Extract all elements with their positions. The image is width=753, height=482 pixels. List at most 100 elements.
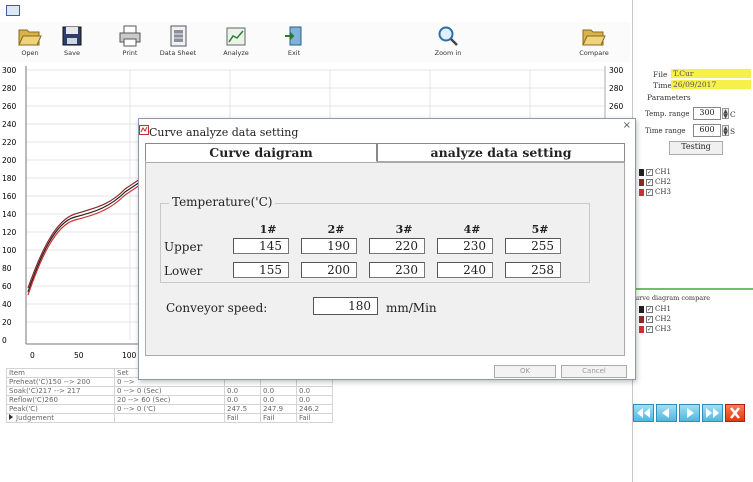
compare-row-ch2[interactable]: ✓ CH2 — [639, 315, 671, 323]
checkbox-checked-icon[interactable]: ✓ — [646, 168, 653, 176]
temp-range-input[interactable]: 300 — [693, 107, 721, 120]
next-page-button[interactable] — [679, 404, 700, 422]
channel-color-swatch — [639, 305, 644, 313]
y-tick-label-right: 280 — [609, 84, 624, 93]
y-tick-label: 0 — [2, 336, 7, 345]
channel-label: CH1 — [655, 305, 671, 313]
lower-input-3[interactable]: 230 — [369, 262, 425, 278]
y-tick-label: 300 — [2, 66, 17, 75]
dialog-title: Curve analyze data setting — [149, 126, 299, 139]
lower-input-5[interactable]: 258 — [505, 262, 561, 278]
upper-label: Upper — [164, 240, 203, 254]
upper-input-2[interactable]: 190 — [301, 238, 357, 254]
table-row[interactable]: Judgement Fail Fail Fail — [6, 413, 333, 423]
print-label: Print — [122, 49, 138, 57]
folder-open-icon — [18, 29, 42, 46]
open-button[interactable]: Open — [10, 24, 50, 62]
time-range-input[interactable]: 600 — [693, 124, 721, 137]
compare-title: urve diagram compare — [635, 294, 711, 302]
checkbox-checked-icon[interactable]: ✓ — [646, 178, 653, 186]
channel-color-swatch — [639, 315, 644, 323]
conveyor-speed-input[interactable]: 180 — [313, 297, 378, 315]
y-tick-label: 280 — [2, 84, 17, 93]
dialog-close-icon[interactable]: × — [623, 120, 631, 131]
table-cell: Preheat('C)150 --> 200 — [6, 377, 115, 387]
table-cell: Fail — [224, 413, 261, 423]
tab-curve-diagram[interactable]: Curve daigram — [145, 143, 377, 162]
save-button[interactable]: Save — [52, 24, 92, 62]
checkbox-checked-icon[interactable]: ✓ — [646, 305, 653, 313]
channel-row-ch1[interactable]: ✓ CH1 — [639, 168, 671, 176]
time-range-spinner[interactable]: ▲ ▼ — [722, 125, 729, 137]
table-header: Item — [6, 368, 115, 378]
table-cell: 0 --> 0 (Sec) — [114, 386, 225, 396]
first-page-button[interactable] — [633, 404, 654, 422]
lower-input-4[interactable]: 240 — [437, 262, 493, 278]
data-sheet-icon — [170, 25, 187, 47]
ok-button[interactable]: OK — [494, 365, 556, 378]
table-row[interactable]: Reflow('C)260 20 --> 60 (Sec) 0.0 0.0 0.… — [6, 395, 333, 405]
temp-range-spinner[interactable]: ▲ ▼ — [722, 108, 729, 120]
zoom-in-label: Zoom in — [434, 49, 462, 57]
time-value: 26/09/2017 — [671, 80, 751, 89]
channel-color-swatch — [639, 168, 644, 176]
upper-input-3[interactable]: 220 — [369, 238, 425, 254]
upper-input-1[interactable]: 145 — [233, 238, 289, 254]
table-row[interactable]: Peak('C) 0 --> 0 ('C) 247.5 247.9 246.2 — [6, 404, 333, 414]
exit-door-icon — [285, 26, 302, 46]
table-cell: Fail — [260, 413, 297, 423]
testing-button[interactable]: Testing — [669, 141, 723, 155]
upper-input-4[interactable]: 230 — [437, 238, 493, 254]
floppy-disk-icon — [62, 26, 82, 46]
divider-line — [632, 288, 753, 290]
table-cell: 0.0 — [224, 395, 261, 405]
folder-compare-icon — [582, 29, 606, 46]
table-cell — [114, 413, 225, 423]
close-page-button[interactable] — [725, 404, 745, 422]
checkbox-checked-icon[interactable]: ✓ — [646, 325, 653, 333]
table-row[interactable]: Soak('C)217 --> 217 0 --> 0 (Sec) 0.0 0.… — [6, 386, 333, 396]
temperature-group-label: Temperature('C) — [169, 195, 276, 209]
compare-row-ch3[interactable]: ✓ CH3 — [639, 325, 671, 333]
lower-input-1[interactable]: 155 — [233, 262, 289, 278]
table-cell-text: Judgement — [16, 414, 55, 422]
conveyor-speed-label: Conveyor speed: — [166, 301, 268, 315]
tab-analyze-data-setting[interactable]: analyze data setting — [377, 143, 625, 162]
last-page-button[interactable] — [702, 404, 723, 422]
y-tick-label: 200 — [2, 156, 17, 165]
checkbox-checked-icon[interactable]: ✓ — [646, 315, 653, 323]
channel-label: CH2 — [655, 178, 671, 186]
upper-input-5[interactable]: 255 — [505, 238, 561, 254]
y-tick-label: 140 — [2, 210, 17, 219]
table-cell: 247.9 — [260, 404, 297, 414]
app-icon — [6, 5, 20, 16]
cancel-button[interactable]: Cancel — [561, 365, 627, 378]
table-cell: 0.0 — [260, 395, 297, 405]
conveyor-speed-unit: mm/Min — [386, 301, 437, 315]
curve-ch1 — [27, 181, 141, 293]
magnifier-icon — [438, 26, 458, 46]
compare-button[interactable]: Compare — [574, 24, 614, 62]
table-cell: Judgement — [6, 413, 115, 423]
dialog-app-icon — [139, 125, 149, 135]
y-tick-label: 220 — [2, 138, 17, 147]
zoom-in-button[interactable]: Zoom in — [428, 24, 468, 62]
settings-panel: Temperature('C) 1# 2# 3# 4# 5# Upper 145… — [145, 162, 625, 356]
channel-label: CH3 — [655, 325, 671, 333]
file-label: File — [653, 70, 668, 79]
channel-row-ch3[interactable]: ✓ CH3 — [639, 188, 671, 196]
lower-input-2[interactable]: 200 — [301, 262, 357, 278]
exit-button[interactable]: Exit — [274, 24, 314, 62]
channel-row-ch2[interactable]: ✓ CH2 — [639, 178, 671, 186]
open-label: Open — [21, 49, 39, 57]
compare-row-ch1[interactable]: ✓ CH1 — [639, 305, 671, 313]
column-header: 3# — [395, 223, 413, 236]
analyze-chart-icon — [226, 27, 246, 46]
table-cell: Peak('C) — [6, 404, 115, 414]
analyze-button[interactable]: Analyze — [216, 24, 256, 62]
y-tick-label: 40 — [2, 300, 12, 309]
previous-page-button[interactable] — [656, 404, 677, 422]
checkbox-checked-icon[interactable]: ✓ — [646, 188, 653, 196]
data-sheet-button[interactable]: Data Sheet — [158, 24, 198, 62]
print-button[interactable]: Print — [110, 24, 150, 62]
